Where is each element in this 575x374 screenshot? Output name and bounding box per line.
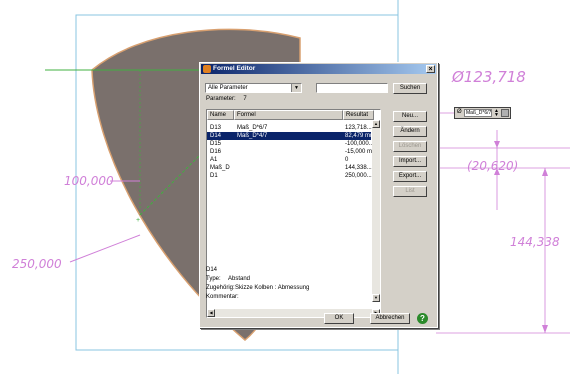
cell-result: -15,000 mm	[345, 149, 373, 155]
cell-result: 0	[345, 157, 349, 163]
info-belongs-value: Skizze Kolben : Abmessung	[235, 285, 310, 291]
chevron-down-icon[interactable]: ▼	[291, 84, 301, 92]
scroll-left-icon[interactable]: ◀	[207, 309, 215, 317]
table-row[interactable]: D16 -15,000 mm	[207, 148, 373, 156]
table-row[interactable]: D1 250,000...	[207, 172, 372, 180]
horizontal-scrollbar[interactable]: ◀ ▶	[207, 309, 380, 317]
dim-right-vertical[interactable]: 144,338	[510, 235, 560, 249]
table-row[interactable]: A1 0	[207, 156, 371, 164]
formula-field: Ø Maß_D*6/7 ▲ ▼	[454, 107, 511, 119]
delete-button[interactable]: Löschen	[393, 141, 427, 152]
dim-arrow-small-top	[494, 141, 500, 148]
formula-confirm-button[interactable]	[501, 109, 509, 117]
info-type-label: Type:	[206, 276, 221, 282]
cell-name: D1	[210, 173, 218, 179]
info-belongs: Zugehörig: Skizze Kolben : Abmessung	[206, 284, 381, 292]
column-header-result[interactable]: Resultat	[343, 110, 374, 120]
new-button[interactable]: Neu...	[393, 111, 427, 122]
table-row[interactable]: D13 Maß_D*6/7 123,718...	[207, 124, 372, 132]
info-comment: Kommentar:	[206, 294, 239, 300]
parameter-count-value: 7	[243, 96, 247, 102]
column-header-formula[interactable]: Formel	[234, 110, 343, 120]
help-icon[interactable]: ?	[417, 313, 428, 324]
dim-left[interactable]: 100,000	[64, 174, 114, 188]
diameter-symbol: Ø	[457, 109, 462, 115]
dim-bottom-left[interactable]: 250,000	[12, 257, 62, 271]
dialog-titlebar[interactable]: Formel Editor ×	[201, 64, 436, 74]
cell-name: A1	[210, 157, 218, 163]
parameter-info: D14 Type: Abstand Zugehörig: Skizze Kolb…	[206, 266, 381, 306]
ok-button[interactable]: OK	[324, 313, 354, 324]
dim-right-paren[interactable]: (20,620)	[467, 159, 518, 173]
info-type: Type: Abstand	[206, 275, 381, 283]
cell-formula: Maß_D*6/7	[237, 125, 268, 131]
app-icon	[203, 65, 211, 73]
parameter-count: Parameter: 7	[206, 96, 253, 102]
search-input[interactable]	[316, 83, 388, 93]
info-name: D14	[206, 267, 218, 273]
cell-name: D15	[210, 141, 222, 147]
cell-name: D14	[210, 133, 222, 139]
formula-input[interactable]: Maß_D*6/7	[464, 109, 492, 117]
table-row-selected[interactable]: D14 Maß_D*4/7 82,479 mm	[207, 132, 373, 140]
dim-line-bottom-left	[69, 234, 141, 263]
cell-result: 123,718...	[345, 125, 372, 131]
info-type-value: Abstand	[228, 276, 251, 282]
cell-result: 250,000...	[345, 173, 372, 179]
filter-value: Alle Parameter	[208, 85, 248, 91]
list-header: Name Formel Resultat	[207, 110, 380, 120]
axis-marker: +	[136, 217, 140, 224]
spinner-icon[interactable]: ▲ ▼	[493, 109, 500, 118]
info-belongs-label: Zugehörig:	[206, 285, 235, 291]
dim-diameter[interactable]: Ø123,718	[452, 68, 526, 86]
list-button[interactable]: List	[393, 186, 427, 197]
dim-arrow-bottom	[542, 325, 548, 333]
cell-name: Maß_D	[210, 165, 230, 171]
scroll-up-icon[interactable]: ▲	[372, 120, 380, 128]
import-button[interactable]: Import...	[393, 156, 427, 167]
change-button[interactable]: Ändern	[393, 126, 427, 137]
cell-formula: Maß_D*4/7	[237, 133, 268, 139]
cell-name: D13	[210, 125, 222, 131]
close-button[interactable]: ×	[426, 65, 435, 73]
table-row[interactable]: Maß_D 144,338...	[207, 164, 372, 172]
cell-result: 82,479 mm	[345, 133, 373, 139]
table-row[interactable]: D15 -100,000...	[207, 140, 373, 148]
cell-name: D16	[210, 149, 222, 155]
search-button[interactable]: Suchen	[393, 83, 427, 94]
cell-result: 144,338...	[345, 165, 372, 171]
parameter-filter-select[interactable]: Alle Parameter ▼	[205, 83, 302, 93]
formula-editor-dialog: Formel Editor × Alle Parameter ▼ Suchen …	[199, 62, 438, 328]
cell-result: -100,000...	[345, 141, 373, 147]
parameter-count-label: Parameter:	[206, 96, 236, 102]
export-button[interactable]: Export...	[393, 171, 427, 182]
column-header-name[interactable]: Name	[207, 110, 234, 120]
dialog-title: Formel Editor	[213, 65, 256, 72]
cancel-button[interactable]: Abbrechen	[370, 313, 410, 324]
dim-arrow-top	[542, 168, 548, 176]
